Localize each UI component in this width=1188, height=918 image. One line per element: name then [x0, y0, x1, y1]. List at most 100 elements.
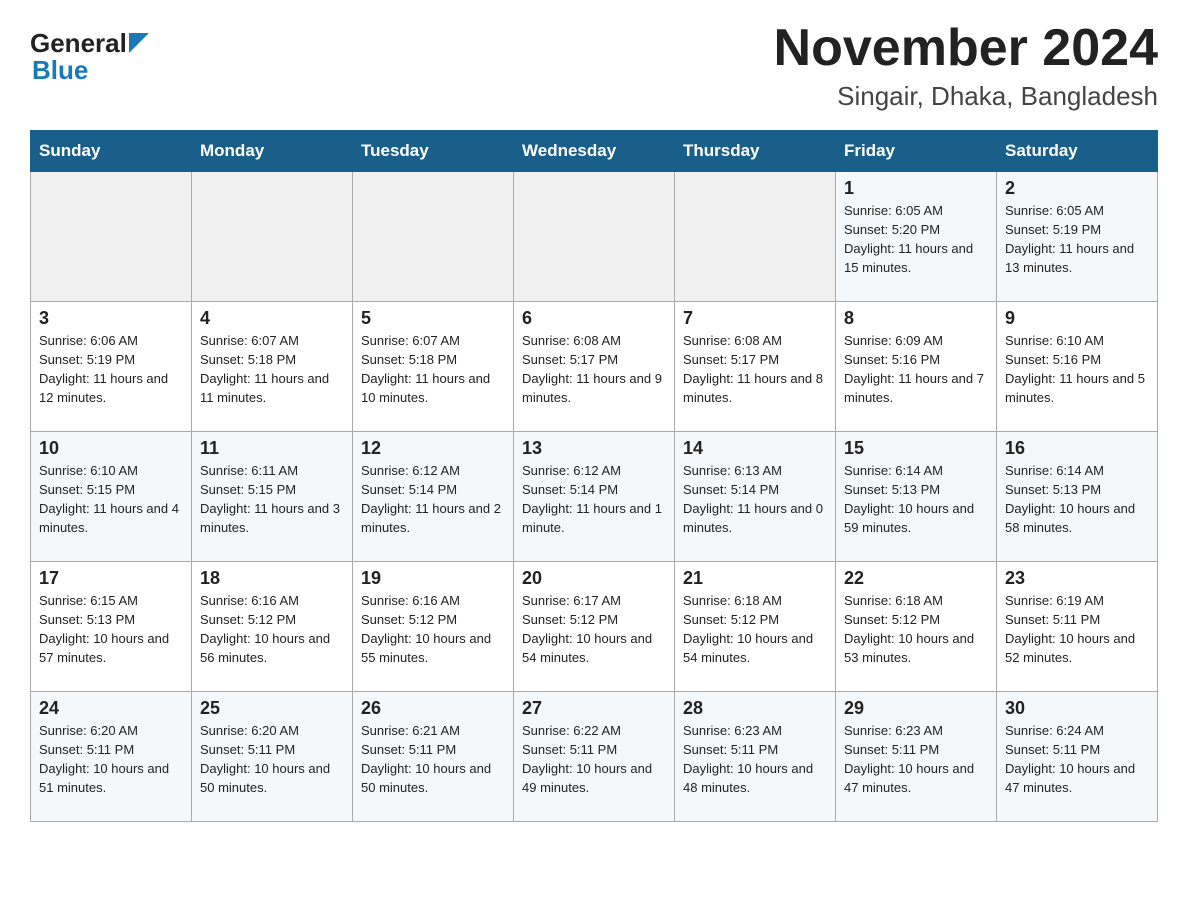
col-wednesday: Wednesday — [514, 131, 675, 172]
day-cell: 7 Sunrise: 6:08 AM Sunset: 5:17 PM Daylig… — [675, 302, 836, 432]
day-info: Sunrise: 6:23 AM Sunset: 5:11 PM Dayligh… — [683, 722, 827, 797]
day-cell: 24 Sunrise: 6:20 AM Sunset: 5:11 PM Dayli… — [31, 692, 192, 822]
day-info: Sunrise: 6:11 AM Sunset: 5:15 PM Dayligh… — [200, 462, 344, 537]
day-cell: 5Sunrise: 6:07 AM Sunset: 5:18 PM Daylig… — [353, 302, 514, 432]
day-cell — [675, 172, 836, 302]
day-info: Sunrise: 6:20 AM Sunset: 5:11 PM Dayligh… — [39, 722, 183, 797]
calendar-table: Sunday Monday Tuesday Wednesday Thursday… — [30, 130, 1158, 822]
day-cell: 26 Sunrise: 6:21 AM Sunset: 5:11 PM Dayli… — [353, 692, 514, 822]
logo: General Blue — [30, 20, 149, 86]
page-header: General Blue November 2024 Singair, Dhak… — [30, 20, 1158, 112]
day-cell: 23 Sunrise: 6:19 AM Sunset: 5:11 PM Dayli… — [997, 562, 1158, 692]
day-number: 23 — [1005, 568, 1149, 589]
day-info: Sunrise: 6:05 AM Sunset: 5:20 PM Dayligh… — [844, 202, 988, 277]
day-number: 9 — [1005, 308, 1149, 329]
day-number: 22 — [844, 568, 988, 589]
day-number: 17 — [39, 568, 183, 589]
week-row-2: 3Sunrise: 6:06 AM Sunset: 5:19 PM Daylig… — [31, 302, 1158, 432]
day-cell: 27 Sunrise: 6:22 AM Sunset: 5:11 PM Dayli… — [514, 692, 675, 822]
day-info: Sunrise: 6:16 AM Sunset: 5:12 PM Dayligh… — [361, 592, 505, 667]
day-number: 21 — [683, 568, 827, 589]
day-info: Sunrise: 6:22 AM Sunset: 5:11 PM Dayligh… — [522, 722, 666, 797]
day-info: Sunrise: 6:09 AM Sunset: 5:16 PM Dayligh… — [844, 332, 988, 407]
day-number: 6 — [522, 308, 666, 329]
day-number: 25 — [200, 698, 344, 719]
day-cell: 19 Sunrise: 6:16 AM Sunset: 5:12 PM Dayli… — [353, 562, 514, 692]
day-info: Sunrise: 6:12 AM Sunset: 5:14 PM Dayligh… — [522, 462, 666, 537]
day-number: 11 — [200, 438, 344, 459]
day-number: 4 — [200, 308, 344, 329]
day-number: 26 — [361, 698, 505, 719]
day-number: 24 — [39, 698, 183, 719]
day-cell — [514, 172, 675, 302]
calendar-body: 1 Sunrise: 6:05 AM Sunset: 5:20 PM Daylig… — [31, 172, 1158, 822]
week-row-3: 10 Sunrise: 6:10 AM Sunset: 5:15 PM Dayli… — [31, 432, 1158, 562]
day-cell: 14Sunrise: 6:13 AM Sunset: 5:14 PM Dayli… — [675, 432, 836, 562]
day-cell: 4 Sunrise: 6:07 AM Sunset: 5:18 PM Daylig… — [192, 302, 353, 432]
day-info: Sunrise: 6:17 AM Sunset: 5:12 PM Dayligh… — [522, 592, 666, 667]
day-number: 8 — [844, 308, 988, 329]
day-cell — [192, 172, 353, 302]
day-info: Sunrise: 6:13 AM Sunset: 5:14 PM Dayligh… — [683, 462, 827, 537]
day-number: 10 — [39, 438, 183, 459]
day-number: 27 — [522, 698, 666, 719]
day-number: 20 — [522, 568, 666, 589]
week-row-4: 17 Sunrise: 6:15 AM Sunset: 5:13 PM Dayli… — [31, 562, 1158, 692]
day-number: 7 — [683, 308, 827, 329]
calendar-header: Sunday Monday Tuesday Wednesday Thursday… — [31, 131, 1158, 172]
day-cell: 20 Sunrise: 6:17 AM Sunset: 5:12 PM Dayli… — [514, 562, 675, 692]
day-info: Sunrise: 6:14 AM Sunset: 5:13 PM Dayligh… — [844, 462, 988, 537]
title-area: November 2024 Singair, Dhaka, Bangladesh — [774, 20, 1158, 112]
day-info: Sunrise: 6:16 AM Sunset: 5:12 PM Dayligh… — [200, 592, 344, 667]
day-number: 3 — [39, 308, 183, 329]
day-info: Sunrise: 6:08 AM Sunset: 5:17 PM Dayligh… — [683, 332, 827, 407]
day-cell: 22 Sunrise: 6:18 AM Sunset: 5:12 PM Dayli… — [836, 562, 997, 692]
col-monday: Monday — [192, 131, 353, 172]
day-info: Sunrise: 6:18 AM Sunset: 5:12 PM Dayligh… — [844, 592, 988, 667]
day-cell: 11 Sunrise: 6:11 AM Sunset: 5:15 PM Dayli… — [192, 432, 353, 562]
day-info: Sunrise: 6:12 AM Sunset: 5:14 PM Dayligh… — [361, 462, 505, 537]
day-cell: 13 Sunrise: 6:12 AM Sunset: 5:14 PM Dayli… — [514, 432, 675, 562]
day-cell: 12 Sunrise: 6:12 AM Sunset: 5:14 PM Dayli… — [353, 432, 514, 562]
day-info: Sunrise: 6:07 AM Sunset: 5:18 PM Dayligh… — [200, 332, 344, 407]
day-info: Sunrise: 6:21 AM Sunset: 5:11 PM Dayligh… — [361, 722, 505, 797]
day-cell: 9 Sunrise: 6:10 AM Sunset: 5:16 PM Daylig… — [997, 302, 1158, 432]
day-info: Sunrise: 6:10 AM Sunset: 5:16 PM Dayligh… — [1005, 332, 1149, 407]
col-friday: Friday — [836, 131, 997, 172]
day-info: Sunrise: 6:19 AM Sunset: 5:11 PM Dayligh… — [1005, 592, 1149, 667]
day-cell — [31, 172, 192, 302]
day-number: 18 — [200, 568, 344, 589]
week-row-1: 1 Sunrise: 6:05 AM Sunset: 5:20 PM Daylig… — [31, 172, 1158, 302]
day-cell: 15 Sunrise: 6:14 AM Sunset: 5:13 PM Dayli… — [836, 432, 997, 562]
day-number: 30 — [1005, 698, 1149, 719]
col-tuesday: Tuesday — [353, 131, 514, 172]
day-number: 28 — [683, 698, 827, 719]
day-number: 13 — [522, 438, 666, 459]
day-cell: 10 Sunrise: 6:10 AM Sunset: 5:15 PM Dayli… — [31, 432, 192, 562]
days-of-week-row: Sunday Monday Tuesday Wednesday Thursday… — [31, 131, 1158, 172]
day-number: 1 — [844, 178, 988, 199]
col-sunday: Sunday — [31, 131, 192, 172]
day-number: 19 — [361, 568, 505, 589]
day-info: Sunrise: 6:18 AM Sunset: 5:12 PM Dayligh… — [683, 592, 827, 667]
day-cell: 30Sunrise: 6:24 AM Sunset: 5:11 PM Dayli… — [997, 692, 1158, 822]
day-cell: 16Sunrise: 6:14 AM Sunset: 5:13 PM Dayli… — [997, 432, 1158, 562]
day-number: 15 — [844, 438, 988, 459]
day-cell: 25 Sunrise: 6:20 AM Sunset: 5:11 PM Dayli… — [192, 692, 353, 822]
day-info: Sunrise: 6:10 AM Sunset: 5:15 PM Dayligh… — [39, 462, 183, 537]
day-info: Sunrise: 6:15 AM Sunset: 5:13 PM Dayligh… — [39, 592, 183, 667]
day-info: Sunrise: 6:08 AM Sunset: 5:17 PM Dayligh… — [522, 332, 666, 407]
logo-blue: Blue — [30, 55, 88, 86]
logo-triangle-icon — [129, 33, 149, 53]
day-info: Sunrise: 6:14 AM Sunset: 5:13 PM Dayligh… — [1005, 462, 1149, 537]
day-info: Sunrise: 6:05 AM Sunset: 5:19 PM Dayligh… — [1005, 202, 1149, 277]
day-cell — [353, 172, 514, 302]
day-number: 29 — [844, 698, 988, 719]
day-info: Sunrise: 6:20 AM Sunset: 5:11 PM Dayligh… — [200, 722, 344, 797]
day-number: 12 — [361, 438, 505, 459]
day-info: Sunrise: 6:23 AM Sunset: 5:11 PM Dayligh… — [844, 722, 988, 797]
col-thursday: Thursday — [675, 131, 836, 172]
week-row-5: 24 Sunrise: 6:20 AM Sunset: 5:11 PM Dayli… — [31, 692, 1158, 822]
day-cell: 2Sunrise: 6:05 AM Sunset: 5:19 PM Daylig… — [997, 172, 1158, 302]
day-cell: 17 Sunrise: 6:15 AM Sunset: 5:13 PM Dayli… — [31, 562, 192, 692]
